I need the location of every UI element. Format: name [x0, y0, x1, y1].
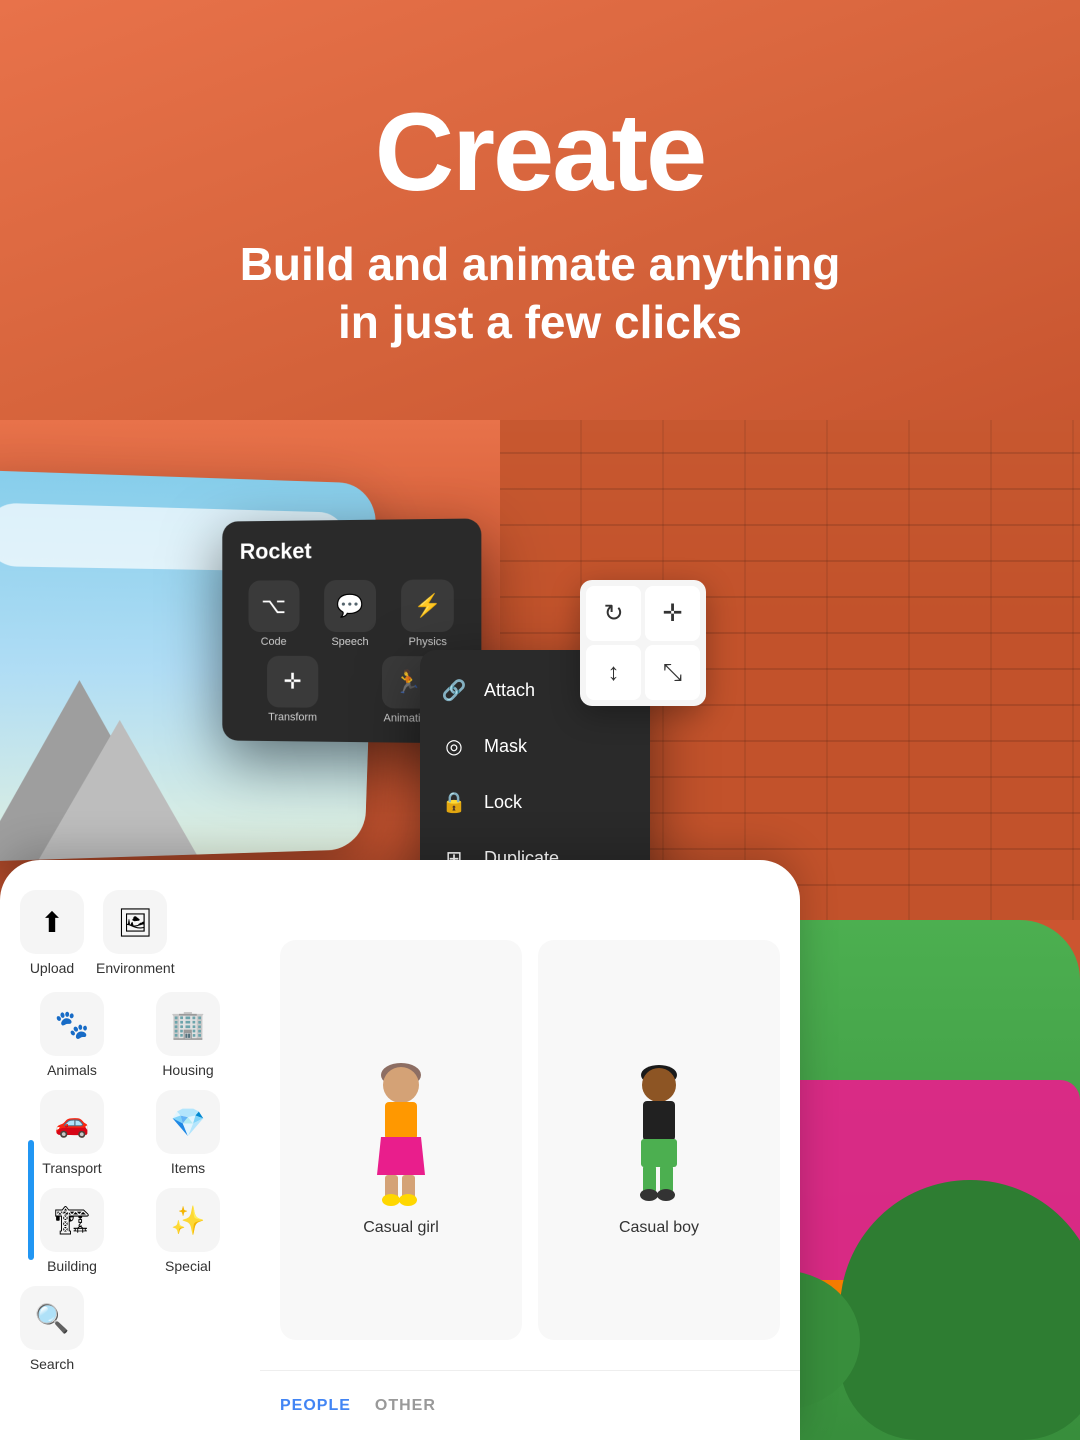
hero-section: Create Build and animate anything in jus…	[0, 0, 1080, 420]
special-label: Special	[165, 1258, 211, 1274]
attach-icon: 🔗	[440, 676, 468, 704]
sidebar-building[interactable]: 🏗 Building	[20, 1188, 124, 1274]
rocket-icon-speech[interactable]: 💬 Speech	[316, 580, 385, 648]
environment-icon: 🖼	[103, 890, 167, 954]
move-handle[interactable]: ✛	[645, 586, 700, 641]
rocket-icon-code[interactable]: ⌥ Code	[240, 580, 308, 648]
sidebar-row-1: 🐾 Animals 🏢 Housing	[20, 992, 240, 1078]
sidebar-row-2: 🚗 Transport 💎 Items	[20, 1090, 240, 1176]
sidebar-upload[interactable]: ⬆ Upload	[20, 890, 84, 976]
hero-subtitle: Build and animate anything in just a few…	[240, 236, 841, 351]
transport-icon: 🚗	[40, 1090, 104, 1154]
physics-label: Physics	[409, 636, 447, 648]
scale-handle[interactable]: ⤡	[645, 645, 700, 700]
character-card-girl[interactable]: Casual girl	[280, 940, 522, 1340]
tab-people[interactable]: PEOPLE	[280, 1397, 351, 1415]
items-icon: 💎	[156, 1090, 220, 1154]
transform-label: Transform	[268, 711, 317, 723]
transform-icon: ✛	[267, 656, 318, 708]
sidebar-row-3: 🏗 Building ✨ Special	[20, 1188, 240, 1274]
rocket-panel-title: Rocket	[240, 537, 463, 565]
physics-icon: ⚡	[401, 579, 454, 632]
items-label: Items	[171, 1160, 205, 1176]
rotate-handle[interactable]: ↻	[586, 586, 641, 641]
context-mask[interactable]: ◎ Mask	[420, 718, 650, 774]
context-lock[interactable]: 🔒 Lock	[420, 774, 650, 830]
mask-icon: ◎	[440, 732, 468, 760]
mask-label: Mask	[484, 736, 527, 757]
rocket-icon-transform[interactable]: ✛ Transform	[240, 656, 346, 724]
code-icon: ⌥	[248, 580, 299, 632]
housing-icon: 🏢	[156, 992, 220, 1056]
sidebar-search-row: 🔍 Search	[20, 1286, 240, 1372]
lock-label: Lock	[484, 792, 522, 813]
attach-label: Attach	[484, 680, 535, 701]
search-icon: 🔍	[20, 1286, 84, 1350]
sidebar-housing[interactable]: 🏢 Housing	[136, 992, 240, 1078]
upload-label: Upload	[30, 960, 74, 976]
bottom-tabs: PEOPLE OTHER	[260, 1370, 800, 1440]
lock-icon: 🔒	[440, 788, 468, 816]
mountain-2	[38, 719, 198, 859]
sidebar-search[interactable]: 🔍 Search	[20, 1286, 84, 1372]
boy-figure	[629, 1047, 689, 1207]
boy-svg	[629, 1057, 689, 1207]
code-label: Code	[261, 636, 287, 648]
animals-label: Animals	[47, 1062, 97, 1078]
tab-other[interactable]: OTHER	[375, 1397, 436, 1415]
girl-figure	[371, 1047, 431, 1207]
upload-icon: ⬆	[20, 890, 84, 954]
building-label: Building	[47, 1258, 97, 1274]
speech-label: Speech	[331, 636, 368, 648]
environment-label: Environment	[96, 960, 175, 976]
building-icon: 🏗	[40, 1188, 104, 1252]
search-label: Search	[30, 1356, 74, 1372]
transform-handles: ↻ ✛ ↕ ⤡	[580, 580, 706, 706]
bottom-panel: ⬆ Upload 🖼 Environment 🐾 Animals 🏢 Housi…	[0, 860, 800, 1440]
rocket-icons-top: ⌥ Code 💬 Speech ⚡ Physics	[240, 579, 463, 648]
housing-label: Housing	[162, 1062, 213, 1078]
scene-section: Rocket ⌥ Code 💬 Speech ⚡ Physics ✛ Trans…	[0, 420, 1080, 1440]
sidebar-environment[interactable]: 🖼 Environment	[96, 890, 175, 976]
speech-icon: 💬	[324, 580, 376, 632]
character-card-boy[interactable]: Casual boy	[538, 940, 780, 1340]
sidebar-items[interactable]: 💎 Items	[136, 1090, 240, 1176]
special-icon: ✨	[156, 1188, 220, 1252]
girl-name: Casual girl	[363, 1219, 439, 1237]
sidebar-animals[interactable]: 🐾 Animals	[20, 992, 124, 1078]
sidebar-special[interactable]: ✨ Special	[136, 1188, 240, 1274]
rocket-icon-physics[interactable]: ⚡ Physics	[393, 579, 463, 648]
hero-title: Create	[375, 89, 705, 216]
sidebar-transport[interactable]: 🚗 Transport	[20, 1090, 124, 1176]
transport-label: Transport	[42, 1160, 101, 1176]
girl-svg	[371, 1057, 431, 1207]
sidebar-icons: ⬆ Upload 🖼 Environment 🐾 Animals 🏢 Housi…	[0, 860, 260, 1440]
boy-name: Casual boy	[619, 1219, 699, 1237]
sidebar-top-items: ⬆ Upload 🖼 Environment	[20, 890, 240, 976]
animals-icon: 🐾	[40, 992, 104, 1056]
green-bush-right	[840, 1180, 1080, 1440]
character-grid: Casual girl	[260, 920, 800, 1360]
up-down-handle[interactable]: ↕	[586, 645, 641, 700]
